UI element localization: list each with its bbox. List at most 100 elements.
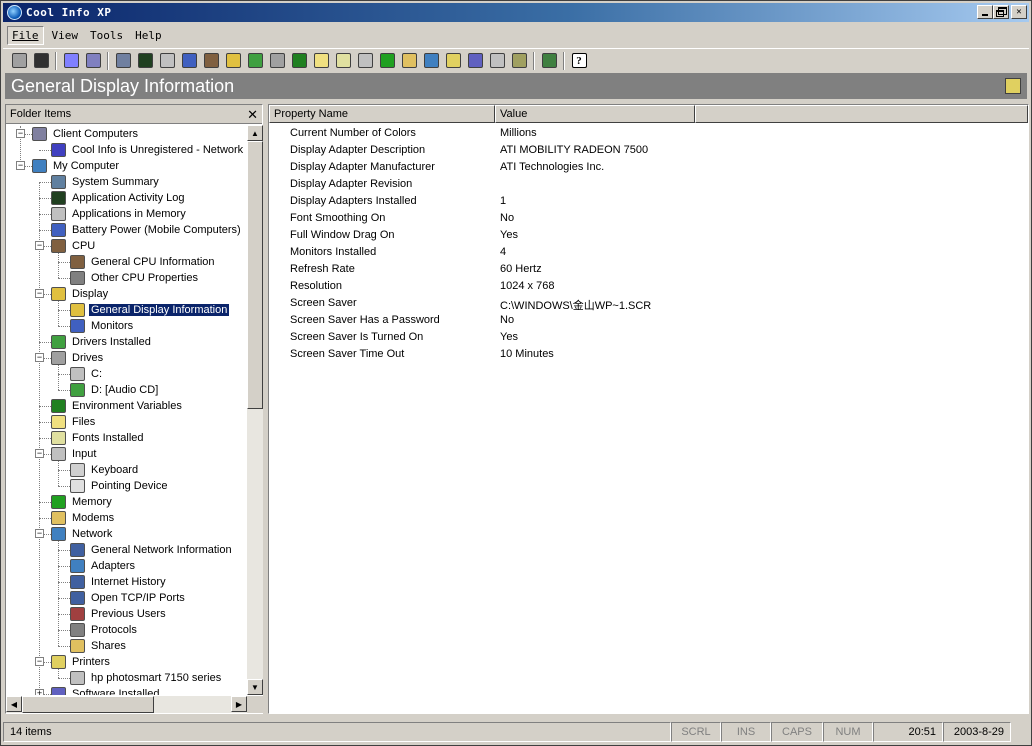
- tree-item-network-info[interactable]: General Network Information: [70, 542, 234, 558]
- scroll-left-button[interactable]: ◀: [6, 696, 22, 712]
- tree-item-system-summary[interactable]: System Summary: [51, 174, 161, 190]
- menu-help[interactable]: Help: [131, 27, 166, 44]
- toolbar-users-button[interactable]: [509, 51, 529, 71]
- list-row[interactable]: Screen Saver Is Turned On Yes: [269, 329, 1028, 346]
- tree-item-mouse[interactable]: Pointing Device: [70, 478, 169, 494]
- menu-file[interactable]: File: [7, 26, 44, 45]
- toolbar-fonts-button[interactable]: [333, 51, 353, 71]
- minimize-button[interactable]: [977, 5, 993, 19]
- toolbar-remote-client-button[interactable]: [61, 51, 81, 71]
- collapse-icon[interactable]: −: [16, 129, 25, 138]
- collapse-icon[interactable]: −: [35, 241, 44, 250]
- scroll-thumb[interactable]: [247, 141, 263, 409]
- toolbar-activity-log-button[interactable]: [135, 51, 155, 71]
- tree-item-network[interactable]: Network: [51, 526, 114, 542]
- tree-item-modems[interactable]: Modems: [51, 510, 116, 526]
- tree-item-printer[interactable]: hp photosmart 7150 series: [70, 670, 223, 686]
- scroll-down-button[interactable]: ▼: [247, 679, 263, 695]
- collapse-icon[interactable]: −: [35, 353, 44, 362]
- toolbar-printers-button[interactable]: [443, 51, 463, 71]
- toolbar-system-summary-button[interactable]: [113, 51, 133, 71]
- tree-item-cpu-props[interactable]: Other CPU Properties: [70, 270, 200, 286]
- collapse-icon[interactable]: −: [35, 449, 44, 458]
- toolbar-memory-button[interactable]: [377, 51, 397, 71]
- menu-tools[interactable]: Tools: [86, 27, 127, 44]
- list-row[interactable]: Display Adapter Revision: [269, 176, 1028, 193]
- tree-item-client-computers[interactable]: Client Computers: [32, 126, 140, 142]
- tree-item-environment[interactable]: Environment Variables: [51, 398, 184, 414]
- toolbar-cpu-button[interactable]: [201, 51, 221, 71]
- tree-item-applications[interactable]: Applications in Memory: [51, 206, 188, 222]
- collapse-icon[interactable]: −: [16, 161, 25, 170]
- tree-item-shares[interactable]: Shares: [70, 638, 128, 654]
- tree-item-my-computer[interactable]: My Computer: [32, 158, 121, 174]
- tree-item-internet-history[interactable]: Internet History: [70, 574, 168, 590]
- toolbar-network-button[interactable]: [421, 51, 441, 71]
- tree-item-cd-drive[interactable]: D: [Audio CD]: [70, 382, 160, 398]
- toolbar-drivers-button[interactable]: [245, 51, 265, 71]
- tree-vertical-scrollbar[interactable]: ▲ ▼: [247, 125, 263, 695]
- tree-item-adapters[interactable]: Adapters: [70, 558, 137, 574]
- tree-item-tcp-ports[interactable]: Open TCP/IP Ports: [70, 590, 187, 606]
- tree-item-activity-log[interactable]: Application Activity Log: [51, 190, 187, 206]
- tree-item-battery[interactable]: Battery Power (Mobile Computers): [51, 222, 243, 238]
- hscroll-thumb[interactable]: [22, 696, 154, 713]
- scroll-right-button[interactable]: ▶: [231, 696, 247, 712]
- list-row[interactable]: Display Adapters Installed 1: [269, 193, 1028, 210]
- column-property-name[interactable]: Property Name: [269, 105, 495, 123]
- column-value[interactable]: Value: [495, 105, 695, 123]
- tree-item-memory[interactable]: Memory: [51, 494, 114, 510]
- toolbar-shares-button[interactable]: [539, 51, 559, 71]
- list-row[interactable]: Resolution 1024 x 768: [269, 278, 1028, 295]
- tree-item-users[interactable]: Previous Users: [70, 606, 168, 622]
- tree-item-hard-drive[interactable]: C:: [70, 366, 104, 382]
- scroll-up-button[interactable]: ▲: [247, 125, 263, 141]
- toolbar-applications-button[interactable]: [157, 51, 177, 71]
- toolbar-software-button[interactable]: [465, 51, 485, 71]
- expand-icon[interactable]: +: [35, 689, 44, 695]
- toolbar-help-button[interactable]: ?: [569, 51, 589, 71]
- toolbar-drives-button[interactable]: [267, 51, 287, 71]
- toolbar-environment-button[interactable]: [289, 51, 309, 71]
- list-row[interactable]: Full Window Drag On Yes: [269, 227, 1028, 244]
- close-pane-icon[interactable]: ✕: [247, 107, 258, 123]
- tree-item-unregistered[interactable]: Cool Info is Unregistered - Network V: [51, 142, 246, 158]
- tree-item-printers[interactable]: Printers: [51, 654, 112, 670]
- toolbar-display-button[interactable]: [223, 51, 243, 71]
- list-row[interactable]: Display Adapter Manufacturer ATI Technolo…: [269, 159, 1028, 176]
- list-row[interactable]: Refresh Rate 60 Hertz: [269, 261, 1028, 278]
- toolbar-files-button[interactable]: [311, 51, 331, 71]
- toolbar-remote-client-2-button[interactable]: [83, 51, 103, 71]
- collapse-icon[interactable]: −: [35, 289, 44, 298]
- list-row[interactable]: Current Number of Colors Millions: [269, 125, 1028, 142]
- close-button[interactable]: ✕: [1011, 5, 1027, 19]
- list-row[interactable]: Monitors Installed 4: [269, 244, 1028, 261]
- list-row[interactable]: Screen Saver C:\WINDOWS\金山WP~1.SCR: [269, 295, 1028, 312]
- tree-item-files[interactable]: Files: [51, 414, 97, 430]
- tree-item-fonts[interactable]: Fonts Installed: [51, 430, 146, 446]
- tree-item-input[interactable]: Input: [51, 446, 98, 462]
- restore-button[interactable]: [993, 5, 1009, 19]
- tree-item-display[interactable]: Display: [51, 286, 110, 302]
- list-row[interactable]: Screen Saver Time Out 10 Minutes: [269, 346, 1028, 363]
- tree-item-drives[interactable]: Drives: [51, 350, 105, 366]
- list-row[interactable]: Font Smoothing On No: [269, 210, 1028, 227]
- tree-item-drivers[interactable]: Drivers Installed: [51, 334, 153, 350]
- toolbar-battery-button[interactable]: [179, 51, 199, 71]
- toolbar-connect-button[interactable]: [31, 51, 51, 71]
- tree-item-display-info[interactable]: General Display Information: [70, 302, 231, 318]
- list-row[interactable]: Display Adapter Description ATI MOBILITY …: [269, 142, 1028, 159]
- collapse-icon[interactable]: −: [35, 657, 44, 666]
- title-bar[interactable]: Cool Info XP ✕: [3, 3, 1029, 22]
- app-icon[interactable]: [7, 5, 22, 20]
- toolbar-input-button[interactable]: [355, 51, 375, 71]
- toolbar-sound-button[interactable]: [487, 51, 507, 71]
- tree-horizontal-scrollbar[interactable]: ◀ ▶: [6, 696, 247, 713]
- menu-view[interactable]: View: [48, 27, 83, 44]
- tree-item-keyboard[interactable]: Keyboard: [70, 462, 140, 478]
- tree-item-monitor[interactable]: Monitors: [70, 318, 135, 334]
- tree-item-cpu-info[interactable]: General CPU Information: [70, 254, 217, 270]
- tree-item-software[interactable]: Software Installed: [51, 686, 161, 695]
- collapse-icon[interactable]: −: [35, 529, 44, 538]
- list-row[interactable]: Screen Saver Has a Password No: [269, 312, 1028, 329]
